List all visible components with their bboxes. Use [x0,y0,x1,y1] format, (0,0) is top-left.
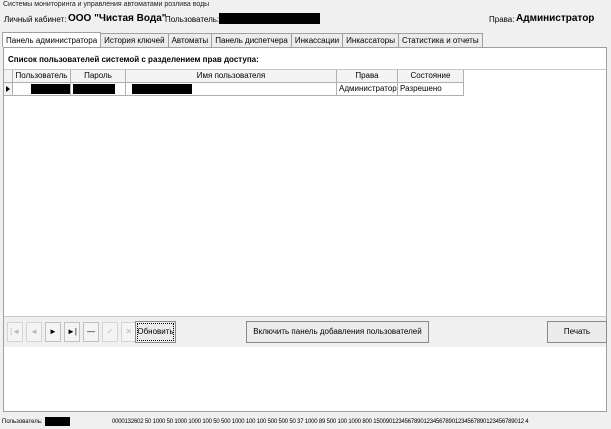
db-navigator: |◄ ◄ ► ►| — ✓ ✕ Обновить Включить панель… [4,316,607,347]
post-edit-button[interactable]: ✓ [102,322,118,342]
tab-dispatcher-panel[interactable]: Панель диспетчера [211,33,292,47]
prior-record-button[interactable]: ◄ [26,322,42,342]
column-header-password[interactable]: Пароль [71,70,126,83]
enable-add-users-panel-button[interactable]: Включить панель добавления пользователей [246,321,429,343]
redacted-user [31,84,70,94]
redacted-user-name [132,84,192,94]
tab-statistics-reports[interactable]: Статистика и отчеты [397,33,483,47]
status-bar: Пользователь: 0000132602 50 1000 50 1000… [0,415,611,429]
row-indicator-cell [4,83,13,96]
statusbar-user-label: Пользователь: [2,419,43,425]
statusbar-user-redacted [45,417,70,426]
print-button[interactable]: Печать [547,321,607,343]
organization-name: ООО "Чистая Вода" [68,13,167,24]
cabinet-label: Личный кабинет: [4,15,67,24]
last-record-button[interactable]: ►| [64,322,80,342]
redacted-password [73,84,115,94]
next-record-button[interactable]: ► [45,322,61,342]
tab-key-history[interactable]: История ключей [100,33,169,47]
header: Личный кабинет: ООО "Чистая Вода" Пользо… [0,10,611,32]
tab-bar: Панель администратора История ключей Авт… [2,32,483,47]
delete-record-button[interactable]: — [83,322,99,342]
rights-label: Права: [489,15,515,24]
row-indicator-header [4,70,13,83]
cell-state[interactable]: Разрешено [398,83,464,96]
tab-machines[interactable]: Автоматы [167,33,213,47]
statusbar-codes: 0000132602 50 1000 50 1000 1000 100 50 5… [112,419,529,425]
tab-admin-panel[interactable]: Панель администратора [2,32,102,47]
column-header-state[interactable]: Состояние [398,70,464,83]
section-title: Список пользователей системой с разделен… [8,55,259,64]
window-title: Системы мониторинга и управления автомат… [0,0,611,10]
column-header-user-name[interactable]: Имя пользователя [126,70,337,83]
cell-password[interactable] [71,83,126,96]
user-value-redacted [219,13,320,24]
column-header-rights[interactable]: Права [337,70,398,83]
first-record-button[interactable]: |◄ [7,322,23,342]
tab-collections[interactable]: Инкассации [290,33,344,47]
table-row[interactable]: Администратор Разрешено [4,83,464,96]
cell-user-name[interactable] [126,83,337,96]
users-grid[interactable]: Пользователь Пароль Имя пользователя Пра… [4,69,606,316]
current-row-arrow-icon [6,86,10,92]
cell-rights[interactable]: Администратор [337,83,398,96]
column-header-user[interactable]: Пользователь [13,70,71,83]
user-label: Пользователь: [165,15,220,24]
grid-header-row: Пользователь Пароль Имя пользователя Пра… [4,70,464,83]
admin-panel: Список пользователей системой с разделен… [3,47,607,412]
refresh-button[interactable]: Обновить [135,321,176,343]
cell-user[interactable] [13,83,71,96]
rights-value: Администратор [516,13,595,24]
tab-collectors[interactable]: Инкассаторы [342,33,399,47]
